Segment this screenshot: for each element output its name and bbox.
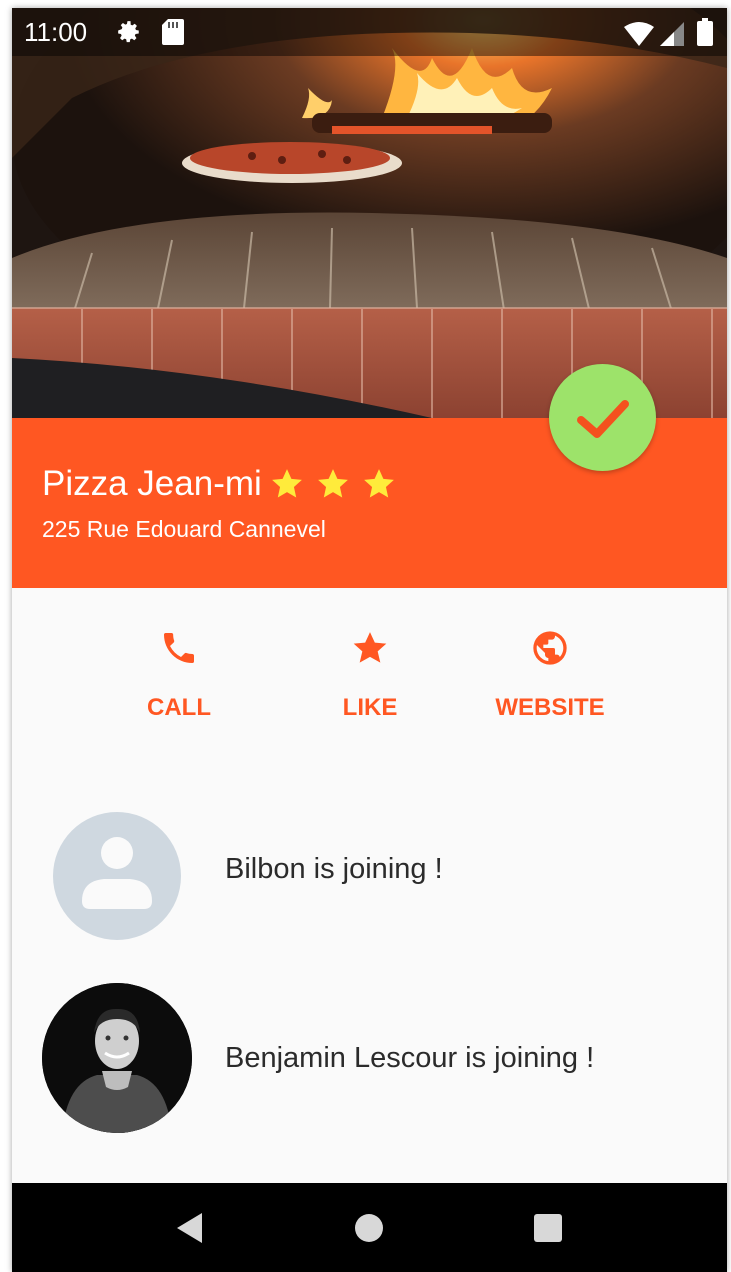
navigation-bar <box>12 1183 727 1272</box>
sd-card-icon <box>162 19 184 45</box>
default-avatar <box>44 801 194 951</box>
photo-avatar <box>42 983 192 1133</box>
like-label: LIKE <box>342 694 398 721</box>
joiner-text: Bilbon is joining ! <box>225 853 443 885</box>
star-icon <box>363 469 394 498</box>
rating-stars <box>270 467 408 501</box>
status-bar: 11:00 <box>12 8 727 56</box>
wifi-icon <box>624 22 654 46</box>
phone-icon <box>164 633 194 663</box>
home-icon[interactable] <box>351 1210 387 1246</box>
joiner-text: Benjamin Lescour is joining ! <box>225 1042 595 1074</box>
list-item: Benjamin Lescour is joining ! <box>12 978 727 1138</box>
battery-icon <box>697 18 713 46</box>
call-button[interactable]: CALL <box>99 628 259 722</box>
back-icon[interactable] <box>172 1210 208 1246</box>
call-label: CALL <box>147 694 211 721</box>
status-time: 11:00 <box>24 17 88 47</box>
title-row: Pizza Jean-mi <box>42 464 408 504</box>
like-button[interactable]: LIKE <box>290 628 450 722</box>
device-screen: 11:00 Pizza Jean-mi 225 Rue Edouard Cann… <box>12 8 727 1272</box>
star-icon <box>317 469 348 498</box>
star-icon <box>353 632 387 663</box>
restaurant-photo <box>12 8 727 418</box>
globe-icon <box>533 631 567 665</box>
list-item: Bilbon is joining ! <box>12 791 727 951</box>
restaurant-name: Pizza Jean-mi <box>42 464 262 503</box>
join-toggle-button[interactable] <box>549 364 656 471</box>
recents-icon[interactable] <box>530 1210 566 1246</box>
action-bar: CALL LIKE WEBSITE <box>12 588 727 758</box>
star-icon <box>271 469 302 498</box>
website-label: WEBSITE <box>495 694 605 721</box>
checkmark-icon <box>576 399 629 438</box>
restaurant-address: 225 Rue Edouard Cannevel <box>42 516 326 542</box>
website-button[interactable]: WEBSITE <box>470 628 630 722</box>
signal-icon <box>660 22 684 46</box>
gear-icon <box>118 21 139 43</box>
